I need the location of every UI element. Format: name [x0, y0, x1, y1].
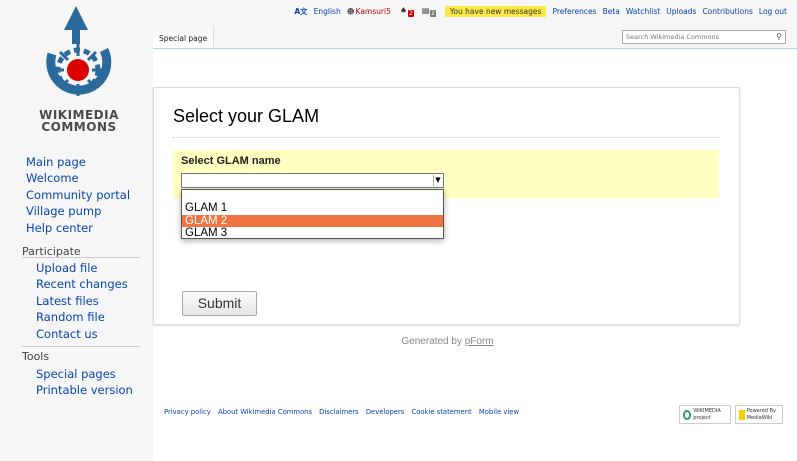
- user-icon: ☻: [346, 6, 355, 16]
- logo-line-2: COMMONS: [41, 120, 117, 134]
- language-icon[interactable]: A文: [294, 6, 307, 17]
- participate-divider: [22, 257, 140, 258]
- tab-special-page[interactable]: Special page: [153, 26, 215, 48]
- footer-cookie-statement[interactable]: Cookie statement: [411, 408, 471, 416]
- new-messages-badge[interactable]: You have new messages: [444, 5, 547, 17]
- sidebar: WIKIMEDIA COMMONS Main page Welcome Comm…: [0, 0, 153, 461]
- glam-select[interactable]: ▼: [181, 173, 444, 188]
- content-area: Select your GLAM Select GLAM name ▼ Subm…: [153, 48, 797, 461]
- footer-about[interactable]: About Wikimedia Commons: [218, 408, 312, 416]
- notices-count: 2: [430, 10, 436, 17]
- watchlist-link[interactable]: Watchlist: [626, 7, 660, 16]
- glam-dropdown-list: GLAM 1 GLAM 2 GLAM 3: [181, 189, 444, 239]
- beta-link[interactable]: Beta: [603, 7, 620, 16]
- generated-by-text: Generated by: [401, 336, 465, 347]
- page-title: Select your GLAM: [173, 106, 320, 126]
- nav-contact-us[interactable]: Contact us: [36, 326, 128, 342]
- nav-random-file[interactable]: Random file: [36, 309, 128, 325]
- generated-by-note: Generated by pForm: [154, 336, 741, 347]
- preferences-link[interactable]: Preferences: [552, 7, 596, 16]
- footer-links: Privacy policy About Wikimedia Commons D…: [164, 408, 524, 416]
- log-out-link[interactable]: Log out: [759, 7, 787, 16]
- wikimedia-commons-logo[interactable]: WIKIMEDIA COMMONS: [24, 4, 134, 134]
- username-link[interactable]: Kamsuri5: [356, 7, 391, 16]
- mediawiki-badge-text: Powered By MediaWiki: [746, 407, 776, 421]
- glam-option[interactable]: GLAM 1: [182, 202, 443, 214]
- nav-help-center[interactable]: Help center: [26, 220, 130, 236]
- nav-upload-file[interactable]: Upload file: [36, 260, 128, 276]
- nav-main-page[interactable]: Main page: [26, 154, 130, 170]
- wikimedia-badge-text: WIKIMEDIA project: [693, 407, 721, 421]
- footer-disclaimers[interactable]: Disclaimers: [319, 408, 358, 416]
- footer-privacy-policy[interactable]: Privacy policy: [164, 408, 211, 416]
- tools-navigation: Special pages Printable version: [36, 366, 133, 399]
- nav-community-portal[interactable]: Community portal: [26, 187, 130, 203]
- wikimedia-project-badge[interactable]: WIKIMEDIA project: [679, 405, 731, 424]
- nav-latest-files[interactable]: Latest files: [36, 293, 128, 309]
- nav-special-pages[interactable]: Special pages: [36, 366, 133, 382]
- nav-welcome[interactable]: Welcome: [26, 170, 130, 186]
- personal-tools: A文 English ☻ Kamsuri5 ♠ 2 ▤ 2 You have n…: [288, 4, 787, 18]
- main-navigation: Main page Welcome Community portal Villa…: [26, 154, 130, 236]
- nav-village-pump[interactable]: Village pump: [26, 203, 130, 219]
- nav-printable-version[interactable]: Printable version: [36, 382, 133, 398]
- alerts-bell-icon[interactable]: ♠ 2: [400, 6, 414, 17]
- notices-tray-icon[interactable]: ▤ 2: [422, 6, 436, 17]
- footer-mobile-view[interactable]: Mobile view: [479, 408, 519, 416]
- footer-developers[interactable]: Developers: [366, 408, 405, 416]
- tools-divider: [22, 346, 140, 347]
- tools-heading: Tools: [22, 350, 50, 363]
- language-link[interactable]: English: [314, 7, 341, 16]
- mediawiki-logo-icon: [739, 409, 745, 420]
- wikimedia-logo-icon: [683, 409, 692, 420]
- uploads-link[interactable]: Uploads: [666, 7, 696, 16]
- participate-navigation: Upload file Recent changes Latest files …: [36, 260, 128, 342]
- alerts-count: 2: [408, 10, 414, 17]
- glam-option-highlighted[interactable]: GLAM 2: [182, 215, 443, 227]
- search-icon[interactable]: ⚲: [776, 32, 782, 41]
- pform-link[interactable]: pForm: [465, 336, 494, 347]
- contributions-link[interactable]: Contributions: [702, 7, 752, 16]
- commons-logo-icon: [46, 6, 112, 96]
- glam-field-label: Select GLAM name: [181, 155, 281, 167]
- glam-option[interactable]: GLAM 3: [182, 227, 443, 239]
- chevron-down-icon[interactable]: ▼: [433, 175, 442, 186]
- submit-button[interactable]: Submit: [182, 291, 257, 316]
- logo-wordmark: WIKIMEDIA COMMONS: [24, 109, 134, 133]
- title-divider: [173, 137, 719, 138]
- search-placeholder: Search Wikimedia Commons: [626, 33, 720, 41]
- mediawiki-badge[interactable]: Powered By MediaWiki: [735, 405, 783, 424]
- nav-recent-changes[interactable]: Recent changes: [36, 276, 128, 292]
- search-input[interactable]: Search Wikimedia Commons ⚲: [622, 30, 786, 44]
